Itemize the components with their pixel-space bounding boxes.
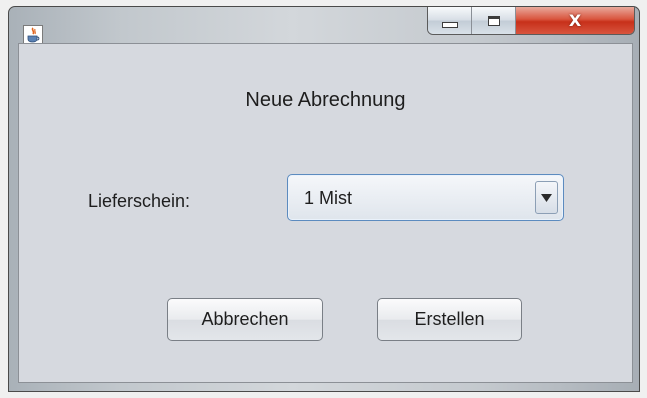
minimize-icon	[441, 21, 458, 28]
chevron-down-icon	[541, 193, 552, 202]
title-bar[interactable]: X	[9, 7, 639, 45]
caption-buttons: X	[427, 7, 635, 35]
close-icon: X	[568, 10, 582, 30]
cancel-button[interactable]: Abbrechen	[167, 298, 323, 341]
dialog-content: Neue Abrechnung Lieferschein: 1 Mist Abb…	[18, 43, 633, 383]
delivery-note-combobox[interactable]: 1 Mist	[287, 174, 564, 221]
minimize-button[interactable]	[428, 7, 472, 34]
delivery-note-selected-value: 1 Mist	[304, 188, 353, 208]
dropdown-arrow-button[interactable]	[535, 181, 558, 214]
dialog-window: X Neue Abrechnung Lieferschein: 1 Mist A…	[8, 6, 640, 392]
delivery-note-label: Lieferschein:	[88, 191, 191, 211]
dialog-title: Neue Abrechnung	[245, 89, 406, 111]
close-button[interactable]: X	[516, 7, 634, 34]
maximize-button[interactable]	[472, 7, 516, 34]
java-cup-icon[interactable]	[23, 25, 43, 45]
maximize-icon	[487, 15, 500, 26]
create-button[interactable]: Erstellen	[377, 298, 522, 341]
